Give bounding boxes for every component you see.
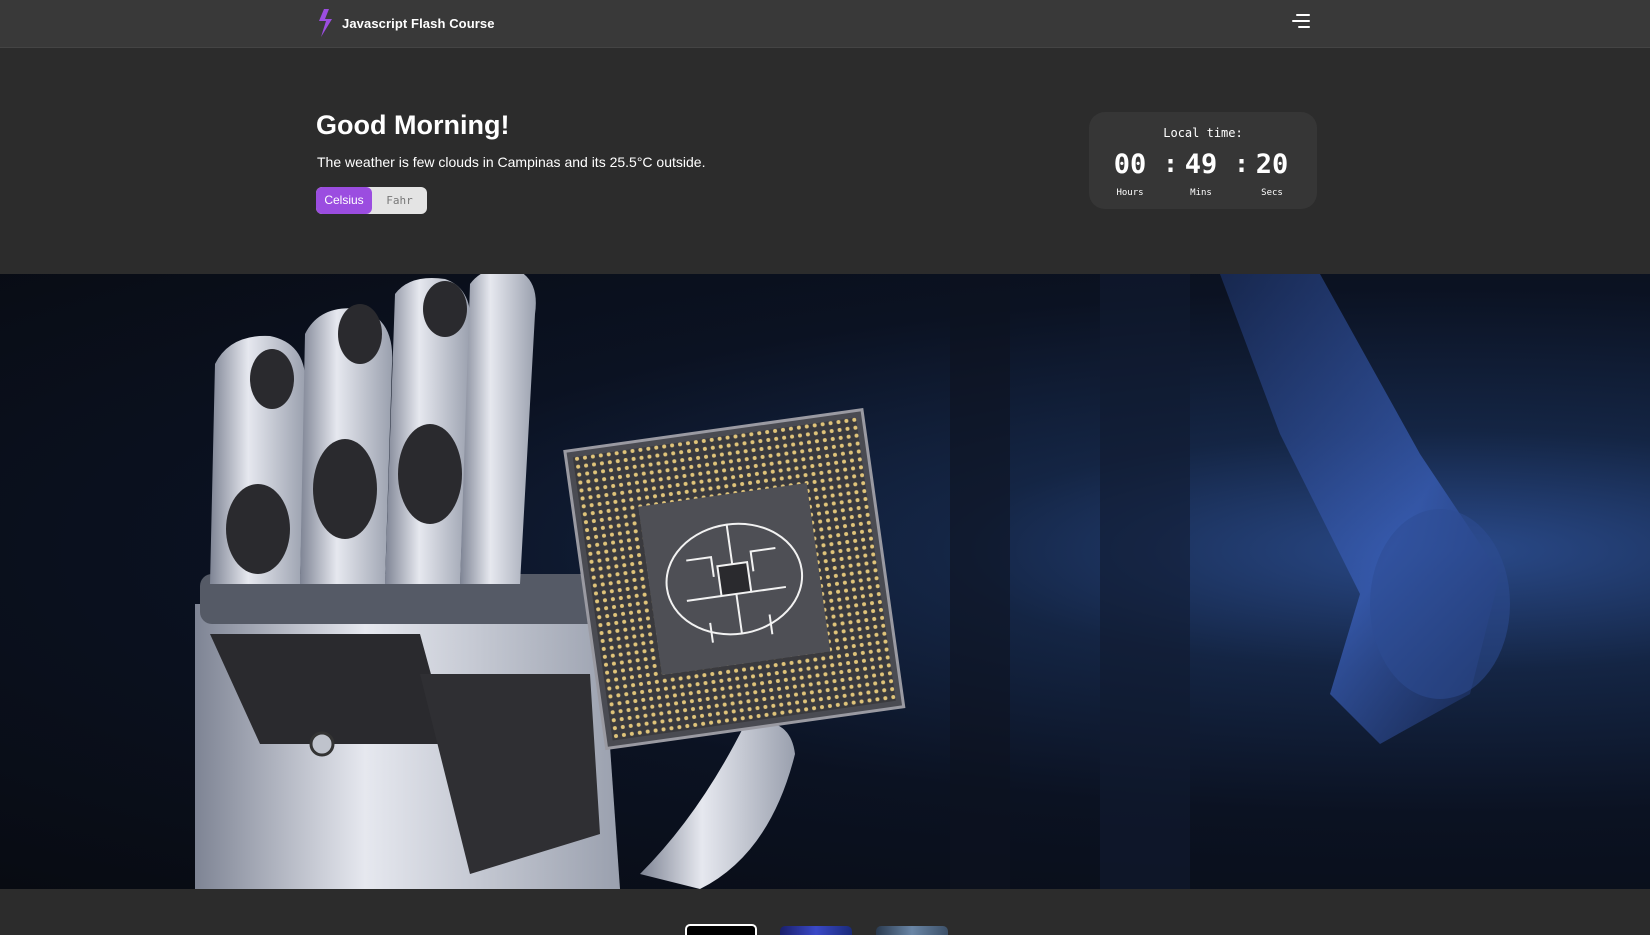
brand[interactable]: Javascript Flash Course: [316, 9, 495, 37]
weather-text: The weather is few clouds in Campinas an…: [317, 154, 706, 170]
carousel-thumbnail-1[interactable]: [685, 924, 757, 935]
clock-minutes: 49: [1184, 149, 1218, 180]
celsius-button[interactable]: Celsius: [316, 187, 372, 214]
clock-hours: 00: [1113, 149, 1147, 180]
carousel-strip: [0, 889, 1650, 935]
seconds-label: Secs: [1261, 188, 1283, 198]
minutes-label: Mins: [1190, 188, 1212, 198]
clock-seconds: 20: [1255, 149, 1289, 180]
local-time-card: Local time: 00 : 49 : 20 Hours Mins Secs: [1089, 112, 1317, 209]
local-time-label: Local time:: [1163, 126, 1243, 140]
hero-banner-image: [0, 274, 1650, 889]
clock-separator: :: [1163, 149, 1179, 178]
hero-section: Good Morning! The weather is few clouds …: [0, 48, 1650, 274]
top-navbar: Javascript Flash Course: [0, 0, 1650, 48]
carousel-thumbnail-2[interactable]: [780, 926, 852, 935]
lightning-bolt-icon: [319, 9, 332, 37]
brand-title: Javascript Flash Course: [342, 15, 495, 31]
temperature-unit-toggle[interactable]: Celsius Fahr: [316, 187, 427, 214]
fahrenheit-button[interactable]: Fahr: [372, 187, 427, 214]
robot-hand-illustration: [195, 274, 1510, 889]
clock-separator: :: [1234, 149, 1250, 178]
greeting-heading: Good Morning!: [316, 110, 510, 140]
carousel-thumbnail-3[interactable]: [876, 926, 948, 935]
hours-label: Hours: [1116, 188, 1144, 198]
hamburger-menu-icon[interactable]: [1288, 14, 1310, 30]
